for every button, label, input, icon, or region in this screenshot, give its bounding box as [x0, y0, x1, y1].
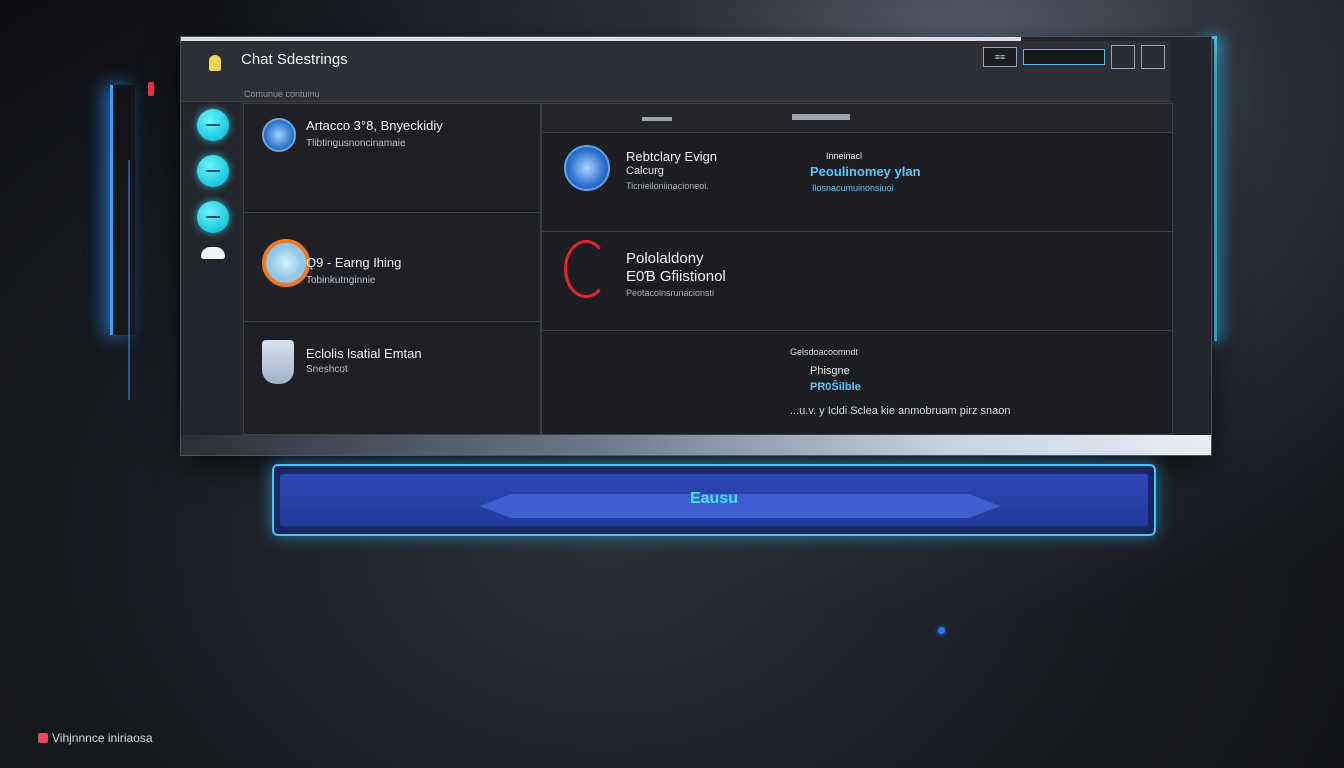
list-item-subtitle: Sneshcot: [306, 364, 348, 375]
window-glow-left-lower: [128, 160, 146, 400]
primary-action-label: Eausu: [689, 490, 738, 507]
detail-row-title: Rebtclary Evign: [626, 149, 718, 164]
detail-row-subtitle: Ticnieiloniinacioneoi.: [626, 181, 709, 191]
cloud-icon[interactable]: [201, 247, 225, 259]
detail-row-title: Pololaldony: [626, 250, 704, 267]
header-tab-indicator[interactable]: [642, 117, 672, 121]
window-subtitle: Comunue contuinu: [244, 89, 320, 99]
detail-row[interactable]: Rebtclary Evign Calcurg Ticnieiloniinaci…: [542, 133, 1172, 232]
contacts-icon[interactable]: [197, 155, 229, 187]
list-item[interactable]: Artacco 3°8, Bnyeckidiy Tlibtingusnoncin…: [244, 104, 540, 213]
globe-icon: [564, 145, 610, 191]
window-bottom-strip: [181, 435, 1211, 455]
cup-icon: [262, 340, 294, 384]
list-item[interactable]: Ǫ9 - Earng Ihing Tobinkutnginnie: [244, 213, 540, 322]
status-indicator-dot: [938, 627, 945, 634]
detail-row[interactable]: Pololaldony E0Ɓ Gfiistionol Peotacolnsru…: [542, 232, 1172, 331]
list-item-subtitle: Tobinkutnginnie: [306, 275, 376, 286]
app-window: Chat Sdestrings Comunue contuinu ≡≡ Arta…: [180, 36, 1212, 456]
globe-icon: [262, 118, 296, 152]
detail-row-subtitle: Peotacolnsrunacionsti: [626, 288, 715, 298]
summary-note: ...u.v. y Icldi Sclea kie anmobruam pirz…: [790, 405, 1011, 417]
header-tab-indicator[interactable]: [792, 114, 850, 120]
menu-button[interactable]: ≡≡: [983, 47, 1017, 67]
title-controls: ≡≡: [983, 45, 1165, 69]
primary-action-button[interactable]: Eausu: [272, 464, 1156, 536]
detail-header: [542, 104, 1172, 133]
summary-label: Gelsdoacoomndt: [790, 347, 859, 357]
conversation-list: Artacco 3°8, Bnyeckidiy Tlibtingusnoncin…: [243, 103, 541, 435]
list-item-title: Artacco 3°8, Bnyeckidiy: [306, 118, 443, 133]
footer: Vihjnnnce iniriaosa: [38, 731, 153, 745]
detail-panel: Rebtclary Evign Calcurg Ticnieiloniinaci…: [541, 103, 1173, 435]
chat-icon[interactable]: [197, 109, 229, 141]
app-logo-icon: [209, 55, 221, 71]
title-bar: Chat Sdestrings Comunue contuinu ≡≡: [181, 41, 1171, 102]
brand-logo-icon: [38, 733, 48, 743]
orange-ring-icon: [262, 239, 310, 287]
search-input[interactable]: [1023, 49, 1105, 65]
footer-text: Vihjnnnce iniriaosa: [52, 731, 153, 745]
settings-button[interactable]: [1111, 45, 1135, 69]
list-item[interactable]: Eclolis lsatial Emtan Sneshcot: [244, 322, 540, 435]
detail-row-right-label: Inneinacl: [826, 151, 863, 161]
detail-row-title-line2: E0Ɓ Gfiistionol: [626, 268, 726, 285]
app-title: Chat Sdestrings: [241, 51, 348, 68]
notification-dot-icon: [148, 82, 154, 96]
detail-summary: Gelsdoacoomndt Phisgne PR0Ŝilble ...u.v.…: [542, 331, 1172, 431]
settings-icon[interactable]: [197, 201, 229, 233]
summary-value-highlight[interactable]: PR0Ŝilble: [810, 381, 861, 393]
sidebar: [197, 109, 233, 259]
list-item-title: Eclolis lsatial Emtan: [306, 346, 422, 361]
list-item-subtitle: Tlibtingusnoncinamaie: [306, 138, 406, 149]
detail-row-right-sub: Ilosnacumuinonsiuoi: [812, 183, 894, 193]
close-button[interactable]: [1141, 45, 1165, 69]
summary-value: Phisgne: [810, 365, 850, 377]
list-item-title: Ǫ9 - Earng Ihing: [306, 255, 402, 270]
detail-row-title-line2: Calcurg: [626, 165, 664, 177]
detail-row-right-value[interactable]: Peoulinomey ylan: [810, 164, 921, 179]
red-swirl-icon: [564, 240, 608, 298]
